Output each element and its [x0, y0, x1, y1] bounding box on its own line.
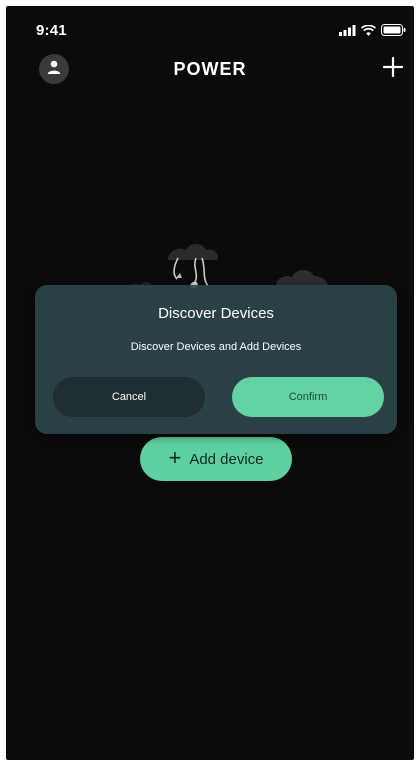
confirm-button[interactable]: Confirm — [232, 377, 384, 417]
app-screen: 9:41 POWER + Add device Discover Devices… — [6, 6, 414, 760]
app-header: POWER — [6, 50, 414, 90]
status-icons — [339, 24, 406, 36]
add-device-label: Add device — [189, 450, 264, 468]
confirm-label: Confirm — [288, 391, 328, 403]
cancel-label: Cancel — [111, 391, 147, 403]
plus-icon — [382, 56, 404, 82]
dialog-title: Discover Devices — [158, 305, 274, 322]
app-title: POWER — [173, 59, 247, 79]
dialog-message: Discover Devices and Add Devices — [130, 341, 302, 353]
status-bar: 9:41 — [6, 6, 414, 50]
discover-devices-dialog: Discover Devices Discover Devices and Ad… — [35, 285, 397, 434]
battery-icon — [381, 24, 406, 36]
signal-icon — [339, 24, 356, 36]
status-time: 9:41 — [36, 22, 67, 39]
plus-icon: + — [168, 445, 182, 470]
cancel-button[interactable]: Cancel — [53, 377, 205, 417]
wifi-icon — [361, 24, 376, 36]
add-button[interactable] — [378, 54, 408, 84]
cloud-icon — [168, 244, 218, 260]
add-device-button[interactable]: + Add device — [140, 437, 292, 481]
cloud-icon — [276, 270, 328, 286]
